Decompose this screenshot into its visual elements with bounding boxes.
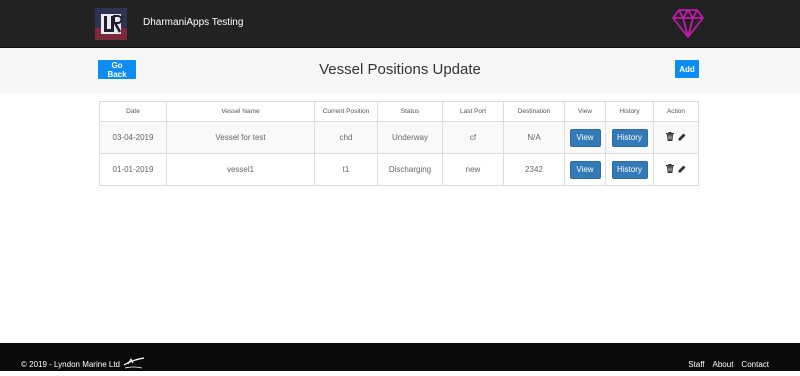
- brand-logo[interactable]: [95, 8, 127, 40]
- cell-view: View: [564, 121, 606, 154]
- copyright-text: © 2019 - Lyndon Marine Ltd: [21, 360, 120, 369]
- pencil-icon[interactable]: [678, 133, 686, 141]
- footer-links: Staff About Contact: [688, 360, 769, 369]
- footer: © 2019 - Lyndon Marine Ltd Staff About C…: [0, 343, 800, 371]
- add-button[interactable]: Add: [675, 60, 699, 78]
- column-header-history: History: [605, 101, 654, 122]
- table-header-row: Date Vessel Name Current Position Status…: [99, 101, 699, 122]
- column-header-status: Status: [377, 101, 443, 122]
- footer-link-staff[interactable]: Staff: [688, 360, 704, 369]
- top-navbar: DharmaniApps Testing: [0, 0, 800, 48]
- vessel-positions-table: Date Vessel Name Current Position Status…: [99, 101, 699, 186]
- trash-icon[interactable]: [666, 164, 674, 173]
- cell-last-port: cf: [442, 121, 504, 154]
- table-row: 01-01-2019 vessel1 t1 Discharging new 23…: [99, 153, 699, 186]
- column-header-last-port: Last Port: [442, 101, 504, 122]
- cell-history: History: [605, 153, 654, 186]
- cell-view: View: [564, 153, 606, 186]
- history-button[interactable]: History: [611, 160, 648, 179]
- column-header-date: Date: [99, 101, 167, 122]
- footer-link-contact[interactable]: Contact: [741, 360, 769, 369]
- trash-icon[interactable]: [666, 132, 674, 141]
- cell-vessel-name: Vessel for test: [166, 121, 315, 154]
- column-header-vessel-name: Vessel Name: [166, 101, 315, 122]
- cell-last-port: new: [442, 153, 504, 186]
- cell-destination: 2342: [503, 153, 565, 186]
- cell-status: Underway: [377, 121, 443, 154]
- cell-current-position: t1: [314, 153, 378, 186]
- column-header-action: Action: [653, 101, 699, 122]
- cell-status: Discharging: [377, 153, 443, 186]
- diamond-icon[interactable]: [671, 7, 705, 39]
- footer-logo-icon: [122, 356, 148, 376]
- view-button[interactable]: View: [569, 160, 601, 179]
- cell-date: 01-01-2019: [99, 153, 167, 186]
- cell-date: 03-04-2019: [99, 121, 167, 154]
- cell-current-position: chd: [314, 121, 378, 154]
- view-button[interactable]: View: [569, 128, 601, 147]
- cell-vessel-name: vessel1: [166, 153, 315, 186]
- cell-destination: N/A: [503, 121, 565, 154]
- cell-history: History: [605, 121, 654, 154]
- column-header-current-position: Current Position: [314, 101, 378, 122]
- table-row: 03-04-2019 Vessel for test chd Underway …: [99, 121, 699, 154]
- footer-link-about[interactable]: About: [713, 360, 734, 369]
- cell-action: [653, 153, 699, 186]
- history-button[interactable]: History: [611, 128, 648, 147]
- cell-action: [653, 121, 699, 154]
- column-header-destination: Destination: [503, 101, 565, 122]
- column-header-view: View: [564, 101, 606, 122]
- pencil-icon[interactable]: [678, 165, 686, 173]
- brand-name[interactable]: DharmaniApps Testing: [143, 17, 243, 28]
